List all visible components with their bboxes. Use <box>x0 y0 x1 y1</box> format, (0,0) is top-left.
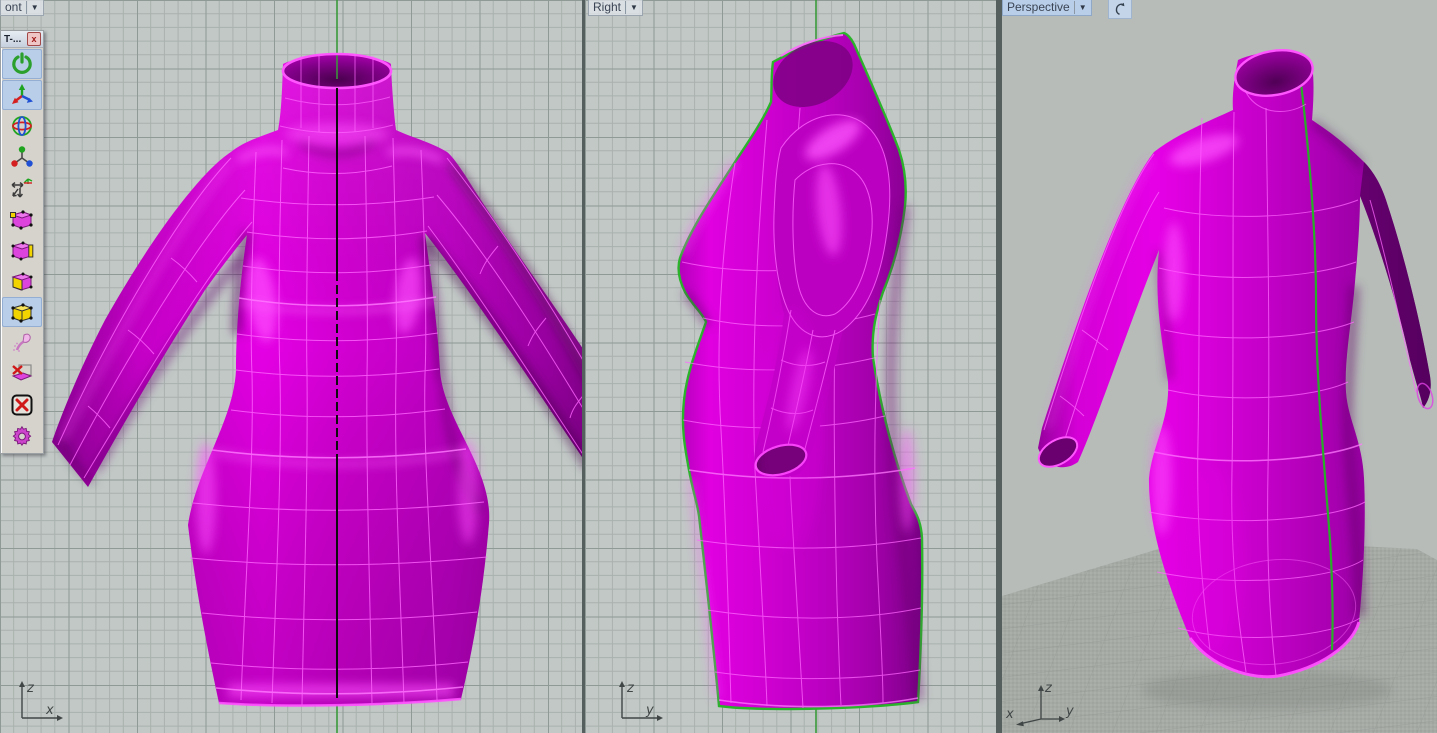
chevron-down-icon[interactable]: ▼ <box>27 0 43 15</box>
svg-text:z: z <box>26 681 35 696</box>
svg-text:y: y <box>645 703 654 718</box>
paint-brush-icon[interactable] <box>2 328 42 358</box>
view-rotate-icon[interactable] <box>1108 0 1132 19</box>
cube-vertex-icon[interactable] <box>2 204 42 234</box>
palette-title-bar[interactable]: T-... x <box>1 31 43 48</box>
cube-face-icon[interactable] <box>2 266 42 296</box>
modeling-app-window: z x z y z x y ont ▼ Right ▼ Perspective … <box>0 0 1437 733</box>
axis-tripod-icon[interactable] <box>2 80 42 110</box>
tool-palette: T-... x <box>0 30 44 454</box>
cube-edge-icon[interactable] <box>2 235 42 265</box>
move-arrows-icon[interactable] <box>2 173 42 203</box>
viewport-front-canvas[interactable]: z x <box>0 0 582 733</box>
chevron-down-icon[interactable]: ▼ <box>1075 0 1091 15</box>
palette-title: T-... <box>4 33 22 45</box>
viewport-title: Right <box>593 0 622 14</box>
axis-balls-icon[interactable] <box>2 142 42 172</box>
viewport-label-right[interactable]: Right ▼ <box>588 0 643 16</box>
viewport-title: ont <box>5 0 22 14</box>
close-icon[interactable]: x <box>27 32 41 46</box>
viewport-title: Perspective <box>1007 0 1070 14</box>
viewport-perspective-canvas[interactable]: z x y <box>1002 0 1437 733</box>
gear-icon[interactable] <box>2 421 42 451</box>
svg-text:x: x <box>1005 707 1014 722</box>
power-toggle-icon[interactable] <box>2 49 42 79</box>
svg-text:z: z <box>1044 681 1053 696</box>
delete-face-icon[interactable] <box>2 359 42 389</box>
svg-text:y: y <box>1065 704 1074 719</box>
gimbal-sphere-icon[interactable] <box>2 111 42 141</box>
chevron-down-icon[interactable]: ▼ <box>626 0 642 15</box>
viewport-label-front[interactable]: ont ▼ <box>0 0 44 16</box>
svg-text:x: x <box>45 703 54 718</box>
viewport-right-canvas[interactable]: z y <box>585 0 996 733</box>
cube-solid-icon[interactable] <box>2 297 42 327</box>
svg-text:z: z <box>626 681 635 696</box>
viewport-label-perspective[interactable]: Perspective ▼ <box>1002 0 1092 16</box>
cancel-box-icon[interactable] <box>2 390 42 420</box>
